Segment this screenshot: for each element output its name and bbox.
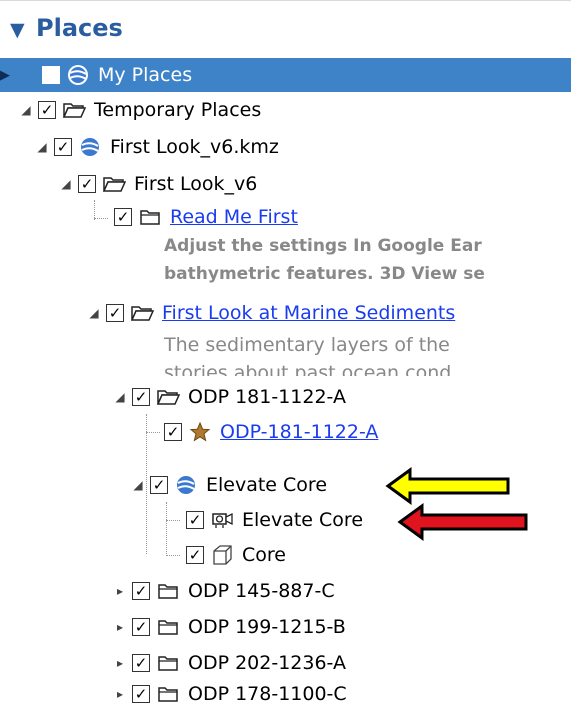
expand-arrow-icon[interactable]: ▶ xyxy=(0,68,10,83)
checkbox[interactable] xyxy=(42,66,60,84)
checkbox[interactable]: ✓ xyxy=(106,304,124,322)
expand-arrow-icon[interactable]: ▸ xyxy=(114,620,126,634)
tree-guide-line xyxy=(94,218,108,219)
checkbox[interactable]: ✓ xyxy=(78,175,96,193)
tree-item-core[interactable]: ✓ Core xyxy=(186,538,286,572)
tree-item-label: Elevate Core xyxy=(206,474,328,496)
tree-guide-line xyxy=(166,555,180,556)
tree-guide-line xyxy=(166,520,180,521)
tree-guide-line xyxy=(94,200,95,220)
earth-globe-icon xyxy=(174,473,198,497)
folder-icon xyxy=(138,205,162,229)
tree-item-label: ODP 202-1236-A xyxy=(188,652,346,674)
tree-item-description: stories about past ocean cond xyxy=(164,362,452,376)
odp-181-link[interactable]: ODP-181-1122-A xyxy=(220,421,378,443)
checkbox[interactable]: ✓ xyxy=(132,582,150,600)
collapse-arrow-icon[interactable]: ◢ xyxy=(20,103,32,117)
checkbox[interactable]: ✓ xyxy=(150,476,168,494)
tree-item-odp-202[interactable]: ▸ ✓ ODP 202-1236-A xyxy=(114,646,346,680)
tree-item-label: ODP 145-887-C xyxy=(188,580,335,602)
earth-globe-icon xyxy=(66,63,90,87)
checkbox[interactable]: ✓ xyxy=(38,101,56,119)
checkbox[interactable]: ✓ xyxy=(132,618,150,636)
tree-item-description: bathymetric features. 3D View se xyxy=(164,264,485,284)
model-cube-icon xyxy=(210,543,234,567)
marine-sediments-link[interactable]: First Look at Marine Sediments xyxy=(162,302,455,324)
red-annotation-arrow-icon xyxy=(397,503,528,541)
folder-icon xyxy=(156,651,180,675)
expand-arrow-icon[interactable]: ▸ xyxy=(114,584,126,598)
tree-item-temporary-places[interactable]: ◢ ✓ Temporary Places xyxy=(20,93,261,127)
tour-camera-icon xyxy=(210,508,234,532)
folder-icon xyxy=(156,682,180,706)
open-folder-icon xyxy=(130,301,154,325)
yellow-annotation-arrow-icon xyxy=(385,467,510,505)
tree-item-odp-145[interactable]: ▸ ✓ ODP 145-887-C xyxy=(114,574,335,608)
open-folder-icon xyxy=(102,172,126,196)
tree-item-label: First Look_v6 xyxy=(134,173,258,195)
checkbox[interactable]: ✓ xyxy=(114,208,132,226)
tree-item-label: My Places xyxy=(98,64,193,86)
tree-item-label: ODP 181-1122-A xyxy=(188,386,346,408)
checkbox[interactable]: ✓ xyxy=(164,423,182,441)
places-header[interactable]: ▼ Places xyxy=(0,0,571,63)
tree-item-read-me-first[interactable]: ✓ Read Me First xyxy=(114,200,298,234)
tree-item-label: Core xyxy=(242,544,286,566)
folder-icon xyxy=(156,615,180,639)
open-folder-icon xyxy=(62,98,86,122)
tree-guide-line xyxy=(146,432,160,433)
tree-item-marine-sediments[interactable]: ◢ ✓ First Look at Marine Sediments xyxy=(88,296,455,330)
collapse-arrow-icon[interactable]: ◢ xyxy=(114,390,126,404)
tree-item-label: ODP 178-1100-C xyxy=(188,683,347,705)
checkbox[interactable]: ✓ xyxy=(132,685,150,703)
expand-arrow-icon[interactable]: ▸ xyxy=(114,656,126,670)
tree-item-kmz[interactable]: ◢ ✓ First Look_v6.kmz xyxy=(36,130,279,164)
star-placemark-icon xyxy=(188,420,212,444)
tree-item-folder-v6[interactable]: ◢ ✓ First Look_v6 xyxy=(60,167,257,201)
tree-item-odp-178[interactable]: ▸ ✓ ODP 178-1100-C xyxy=(114,677,347,711)
tree-item-odp-199[interactable]: ▸ ✓ ODP 199-1215-B xyxy=(114,610,346,644)
tree-item-label: ODP 199-1215-B xyxy=(188,616,346,638)
tree-item-label: Temporary Places xyxy=(94,99,262,121)
checkbox[interactable]: ✓ xyxy=(186,546,204,564)
folder-icon xyxy=(156,579,180,603)
collapse-arrow-icon[interactable]: ◢ xyxy=(88,306,100,320)
read-me-first-link[interactable]: Read Me First xyxy=(170,206,298,228)
open-folder-icon xyxy=(156,385,180,409)
checkbox[interactable]: ✓ xyxy=(186,511,204,529)
collapse-arrow-icon[interactable]: ◢ xyxy=(60,177,72,191)
tree-item-odp-181-link[interactable]: ✓ ODP-181-1122-A xyxy=(164,415,378,449)
expand-arrow-icon[interactable]: ▸ xyxy=(114,687,126,701)
tree-item-label: Elevate Core xyxy=(242,509,364,531)
collapse-arrow-icon[interactable]: ◢ xyxy=(36,140,48,154)
collapse-arrow-icon[interactable]: ◢ xyxy=(132,478,144,492)
tree-item-elevate-core-group[interactable]: ◢ ✓ Elevate Core xyxy=(132,468,327,502)
tree-guide-line xyxy=(166,502,167,556)
earth-globe-icon xyxy=(78,135,102,159)
tree-item-odp-181-folder[interactable]: ◢ ✓ ODP 181-1122-A xyxy=(114,380,346,414)
tree-item-elevate-core-tour[interactable]: ✓ Elevate Core xyxy=(186,503,363,537)
tree-item-description: Adjust the settings In Google Ear xyxy=(164,236,482,256)
collapse-triangle-icon[interactable]: ▼ xyxy=(10,19,25,41)
places-title: Places xyxy=(36,14,123,42)
tree-item-my-places[interactable]: ▶ My Places xyxy=(0,58,192,92)
tree-item-description: The sedimentary layers of the xyxy=(164,334,450,356)
checkbox[interactable]: ✓ xyxy=(132,654,150,672)
checkbox[interactable]: ✓ xyxy=(132,388,150,406)
checkbox[interactable]: ✓ xyxy=(54,138,72,156)
tree-item-label: First Look_v6.kmz xyxy=(110,136,279,158)
